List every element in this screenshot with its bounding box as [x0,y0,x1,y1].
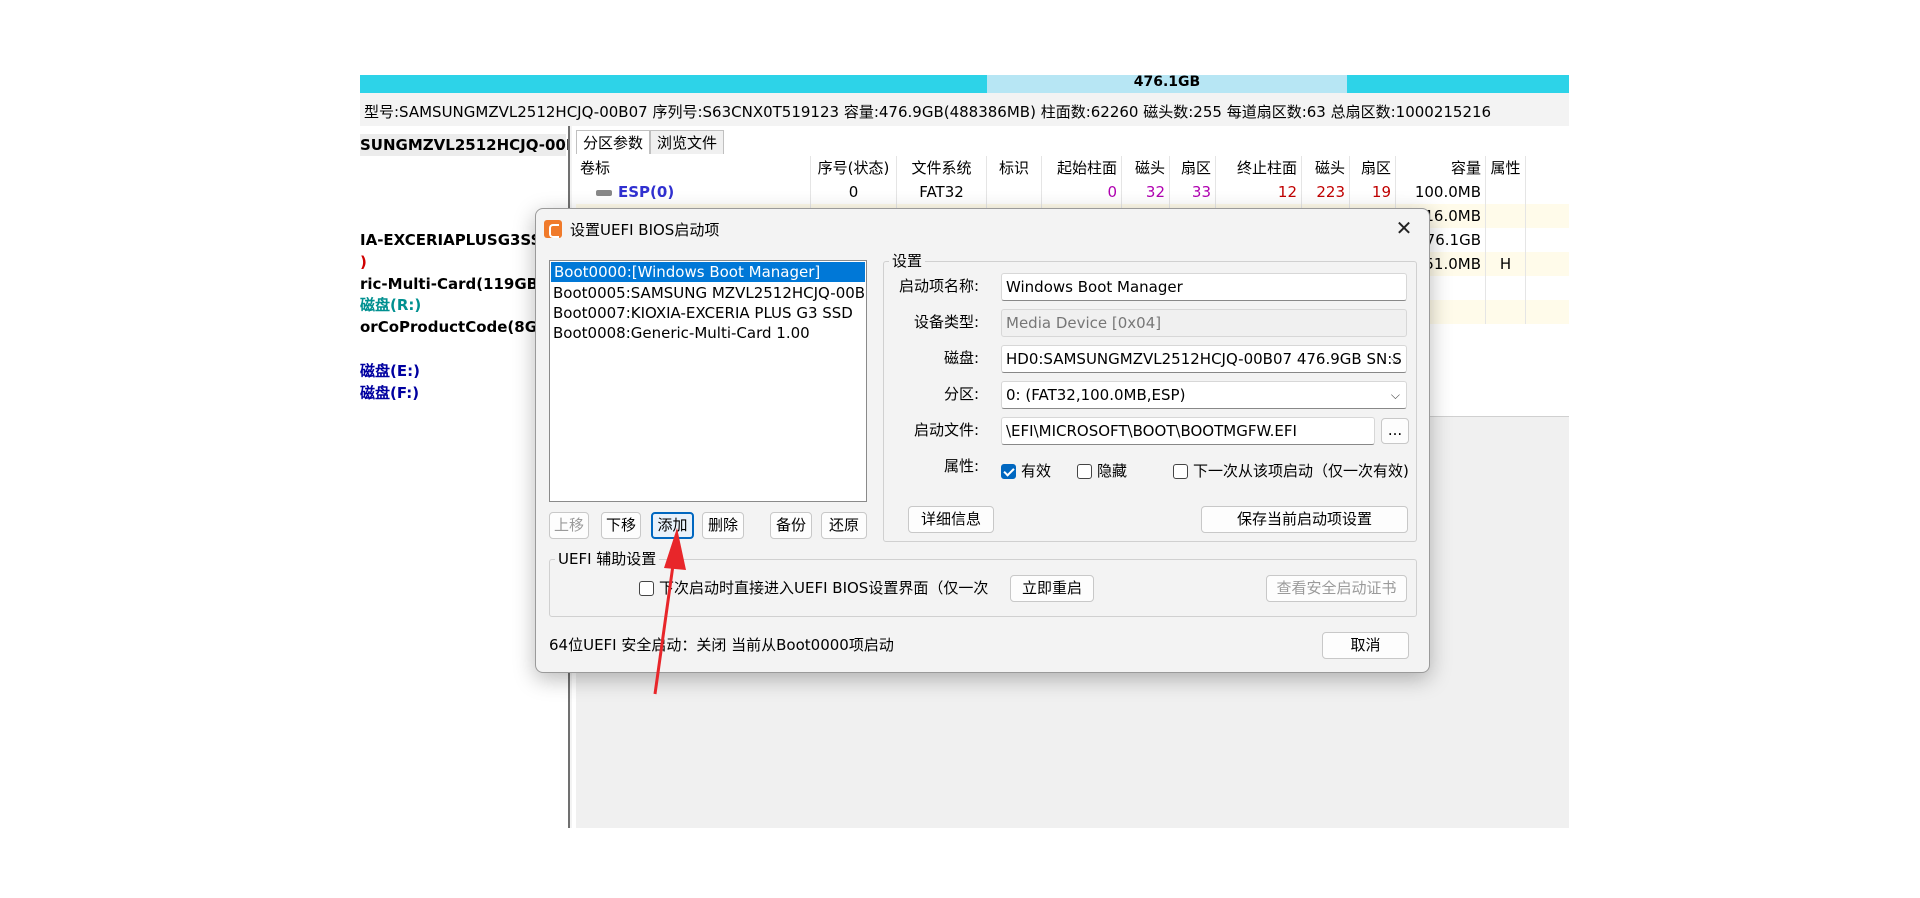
chevron-down-icon: ⌵ [1390,388,1400,402]
boot-entry-3[interactable]: Boot0008:Generic-Multi-Card 1.00 [550,323,866,343]
disk-capacity-bar[interactable]: 476.1GB [360,75,1569,93]
tree-disk-samsung[interactable]: SUNGMZVL2512HCJQ-00B07 [360,134,568,156]
device-type-label: 设备类型: [913,313,979,331]
hidden-checkbox[interactable]: 隐藏 [1077,461,1127,481]
checkbox-icon [1077,463,1092,479]
table-cell [1486,228,1526,252]
column-header[interactable]: 卷标 [576,156,811,180]
table-cell: 12 [1216,180,1302,204]
save-entry-button[interactable]: 保存当前启动项设置 [1201,506,1408,533]
disk-select[interactable]: HD0:SAMSUNGMZVL2512HCJQ-00B07 476.9GB SN… [1001,345,1407,373]
dialog-title: 设置UEFI BIOS启动项 [570,220,720,239]
partition-label: 分区: [943,385,979,403]
view-secure-boot-cert-button[interactable]: 查看安全启动证书 [1266,575,1407,602]
boot-file-label: 启动文件: [913,421,979,439]
table-cell [1486,204,1526,228]
table-cell [1486,276,1526,300]
drive-icon [596,189,612,196]
enter-bios-checkbox[interactable]: 下次启动时直接进入UEFI BIOS设置界面（仅一次 [639,578,988,598]
table-cell [1486,300,1526,324]
table-cell: 0 [811,180,897,204]
next-once-checkbox-label: 下一次从该项启动（仅一次有效) [1193,462,1409,480]
checkbox-icon [639,580,654,596]
disk-label: 磁盘: [943,349,979,367]
partition-capacity-segment[interactable]: 476.1GB [987,75,1347,93]
restore-button[interactable]: 还原 [821,512,867,539]
column-header[interactable]: 扇区 [1350,156,1396,180]
table-cell: 33 [1170,180,1216,204]
dialog-titlebar: 设置UEFI BIOS启动项 [544,215,719,243]
boot-file-input[interactable]: \EFI\MICROSOFT\BOOT\BOOTMGFW.EFI [1001,417,1375,445]
tree-partition-item[interactable]: ) [360,252,367,272]
column-header[interactable]: 属性 [1486,156,1526,180]
browse-button[interactable]: ... [1381,418,1409,444]
column-header[interactable]: 磁头 [1122,156,1170,180]
enter-bios-checkbox-label: 下次启动时直接进入UEFI BIOS设置界面（仅一次 [659,579,989,597]
table-cell: FAT32 [897,180,987,204]
tree-disk-multicard[interactable]: ric-Multi-Card(119GB) [360,274,545,294]
boot-name-input[interactable]: Windows Boot Manager [1001,273,1407,301]
device-type-field: Media Device [0x04] [1001,309,1407,337]
backup-button[interactable]: 备份 [770,512,812,539]
boot-entry-0[interactable]: Boot0000:[Windows Boot Manager] [551,262,865,282]
attributes-label: 属性: [943,457,979,475]
details-button[interactable]: 详细信息 [908,506,994,533]
column-header[interactable]: 起始柱面 [1042,156,1122,180]
table-cell [987,180,1042,204]
tree-partition-r[interactable]: 磁盘(R:) [360,295,421,315]
valid-checkbox[interactable]: 有效 [1001,461,1051,481]
tab-partition-params[interactable]: 分区参数 [576,130,651,154]
table-cell: 100.0MB [1396,180,1486,204]
table-cell: 32 [1122,180,1170,204]
diskgenius-logo-icon [544,220,562,238]
close-icon[interactable]: ✕ [1391,215,1417,241]
delete-button[interactable]: 删除 [702,512,744,539]
table-cell: 19 [1350,180,1396,204]
partition-select-value: 0: (FAT32,100.0MB,ESP) [1006,386,1186,404]
column-header[interactable]: 容量 [1396,156,1486,180]
chevron-down-icon: ⌵ [1390,352,1400,366]
next-once-checkbox[interactable]: 下一次从该项启动（仅一次有效) [1173,461,1409,481]
table-cell: 223 [1302,180,1350,204]
valid-checkbox-label: 有效 [1021,462,1052,480]
table-cell [1486,180,1526,204]
uefi-aux-group-label: UEFI 辅助设置 [555,550,660,568]
column-header[interactable]: 标识 [987,156,1042,180]
table-cell: H [1486,252,1526,276]
hidden-checkbox-label: 隐藏 [1097,462,1128,480]
column-header[interactable]: 终止柱面 [1216,156,1302,180]
table-row[interactable]: ESP(0) 0 FAT32 0 32 33 12 223 19 100.0MB [576,180,1569,204]
add-button[interactable]: 添加 [651,512,694,539]
move-down-button[interactable]: 下移 [601,512,641,539]
column-header[interactable]: 扇区 [1170,156,1216,180]
name-label: 启动项名称: [898,277,979,295]
settings-group-label: 设置 [889,252,926,270]
tree-partition-e[interactable]: 磁盘(E:) [360,361,420,381]
uefi-boot-dialog: 设置UEFI BIOS启动项 ✕ Boot0000:[Windows Boot … [535,208,1430,673]
panel-tabs: 分区参数 浏览文件 [576,130,725,154]
checkbox-checked-icon [1001,463,1016,479]
column-header[interactable]: 磁头 [1302,156,1350,180]
move-up-button[interactable]: 上移 [549,512,589,539]
table-cell: ESP(0) [576,180,811,204]
boot-entry-1[interactable]: Boot0005:SAMSUNG MZVL2512HCJQ-00B07 [550,283,866,303]
tree-disk-productcode[interactable]: orCoProductCode(8GB) [360,317,555,337]
table-header: 卷标 序号(状态) 文件系统 标识 起始柱面 磁头 扇区 终止柱面 磁头 扇区 容量 属性 [576,156,1569,180]
capacity-label: 476.1GB [1133,75,1201,90]
tree-partition-f[interactable]: 磁盘(F:) [360,383,419,403]
tab-browse-files[interactable]: 浏览文件 [650,130,725,154]
cancel-button[interactable]: 取消 [1322,632,1409,659]
checkbox-icon [1173,463,1188,479]
reboot-now-button[interactable]: 立即重启 [1010,575,1094,602]
disk-info-bar: 型号:SAMSUNGMZVL2512HCJQ-00B07 序列号:S63CNX0… [360,99,1569,125]
column-header[interactable]: 序号(状态) [811,156,897,180]
boot-entry-list[interactable]: Boot0000:[Windows Boot Manager] Boot0005… [549,260,867,502]
boot-entry-2[interactable]: Boot0007:KIOXIA-EXCERIA PLUS G3 SSD [550,303,866,323]
uefi-status-text: 64位UEFI 安全启动：关闭 当前从Boot0000项启动 [549,636,894,654]
tree-disk-kioxia[interactable]: IA-EXCERIAPLUSG3SSD [360,230,554,250]
table-cell: 0 [1042,180,1122,204]
column-header[interactable]: 文件系统 [897,156,987,180]
disk-select-value: HD0:SAMSUNGMZVL2512HCJQ-00B07 476.9GB SN… [1006,350,1402,368]
partition-select[interactable]: 0: (FAT32,100.0MB,ESP) ⌵ [1001,381,1407,409]
